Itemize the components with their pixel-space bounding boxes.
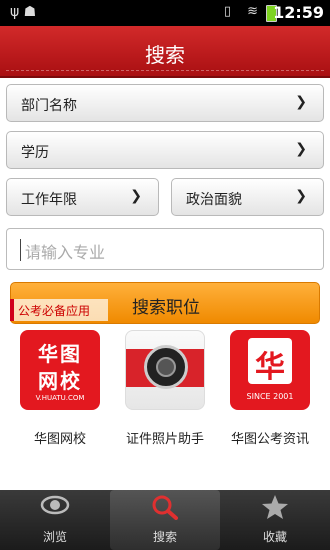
- education-select[interactable]: 学历 ❯: [6, 131, 324, 169]
- camera-lens-inner: [156, 357, 176, 377]
- tab-search[interactable]: 搜索: [110, 490, 220, 550]
- text-cursor: [20, 239, 21, 261]
- major-search-input[interactable]: 请输入专业: [6, 228, 324, 270]
- political-status-label: 政治面貌: [186, 192, 242, 208]
- huatu-logo-url: V.HUATU.COM: [35, 394, 85, 402]
- huatu-news-icon: 华 SINCE 2001: [230, 330, 310, 410]
- app-name: 华图公考资讯: [230, 432, 309, 447]
- since-label: SINCE 2001: [246, 392, 294, 401]
- tab-browse[interactable]: 浏览: [0, 490, 110, 550]
- clock: 12:59: [273, 3, 324, 22]
- tab-favorites[interactable]: 收藏: [220, 490, 330, 550]
- tab-label: 收藏: [262, 530, 287, 544]
- promo-ribbon: 公考必备应用: [10, 299, 108, 321]
- chevron-right-icon: ❯: [130, 188, 142, 204]
- signal-wifi-icons: ▯ ≋: [223, 4, 264, 19]
- huatu-logo-line1: 华图: [38, 342, 82, 366]
- department-select[interactable]: 部门名称 ❯: [6, 84, 324, 122]
- chevron-right-icon: ❯: [295, 188, 307, 204]
- title-bar: 搜索: [0, 26, 330, 78]
- app-name: 华图网校: [33, 432, 86, 447]
- promo-ribbon-bar: [10, 299, 14, 321]
- app-name: 证件照片助手: [125, 432, 204, 447]
- notification-icons: ψ ☗: [10, 4, 37, 20]
- huatu-glyph-char: 华: [255, 350, 285, 385]
- star-icon: [220, 494, 330, 526]
- political-status-select[interactable]: 政治面貌 ❯: [171, 178, 324, 216]
- work-years-select[interactable]: 工作年限 ❯: [6, 178, 159, 216]
- camera-icon: [125, 330, 205, 410]
- input-placeholder: 请输入专业: [25, 243, 106, 262]
- huatu-glyph: 华: [248, 338, 292, 385]
- tab-label: 搜索: [152, 530, 177, 544]
- page-title: 搜索: [145, 43, 185, 67]
- promo-ribbon-text: 公考必备应用: [18, 304, 91, 318]
- eye-icon: [0, 494, 110, 522]
- tab-label: 浏览: [42, 530, 67, 544]
- search-icon: [110, 494, 220, 526]
- status-bar: ψ ☗ ▯ ≋ 12:59: [0, 0, 330, 26]
- bottom-tab-bar: 浏览 搜索 收藏: [0, 490, 330, 550]
- chevron-right-icon: ❯: [295, 141, 307, 157]
- education-label: 学历: [21, 145, 49, 161]
- huatu-school-icon: 华图 网校 V.HUATU.COM: [20, 330, 100, 410]
- work-years-label: 工作年限: [21, 192, 77, 208]
- department-label: 部门名称: [21, 98, 77, 114]
- chevron-right-icon: ❯: [295, 94, 307, 110]
- header-stitch-divider: [6, 70, 324, 71]
- huatu-logo-line2: 网校: [38, 369, 82, 393]
